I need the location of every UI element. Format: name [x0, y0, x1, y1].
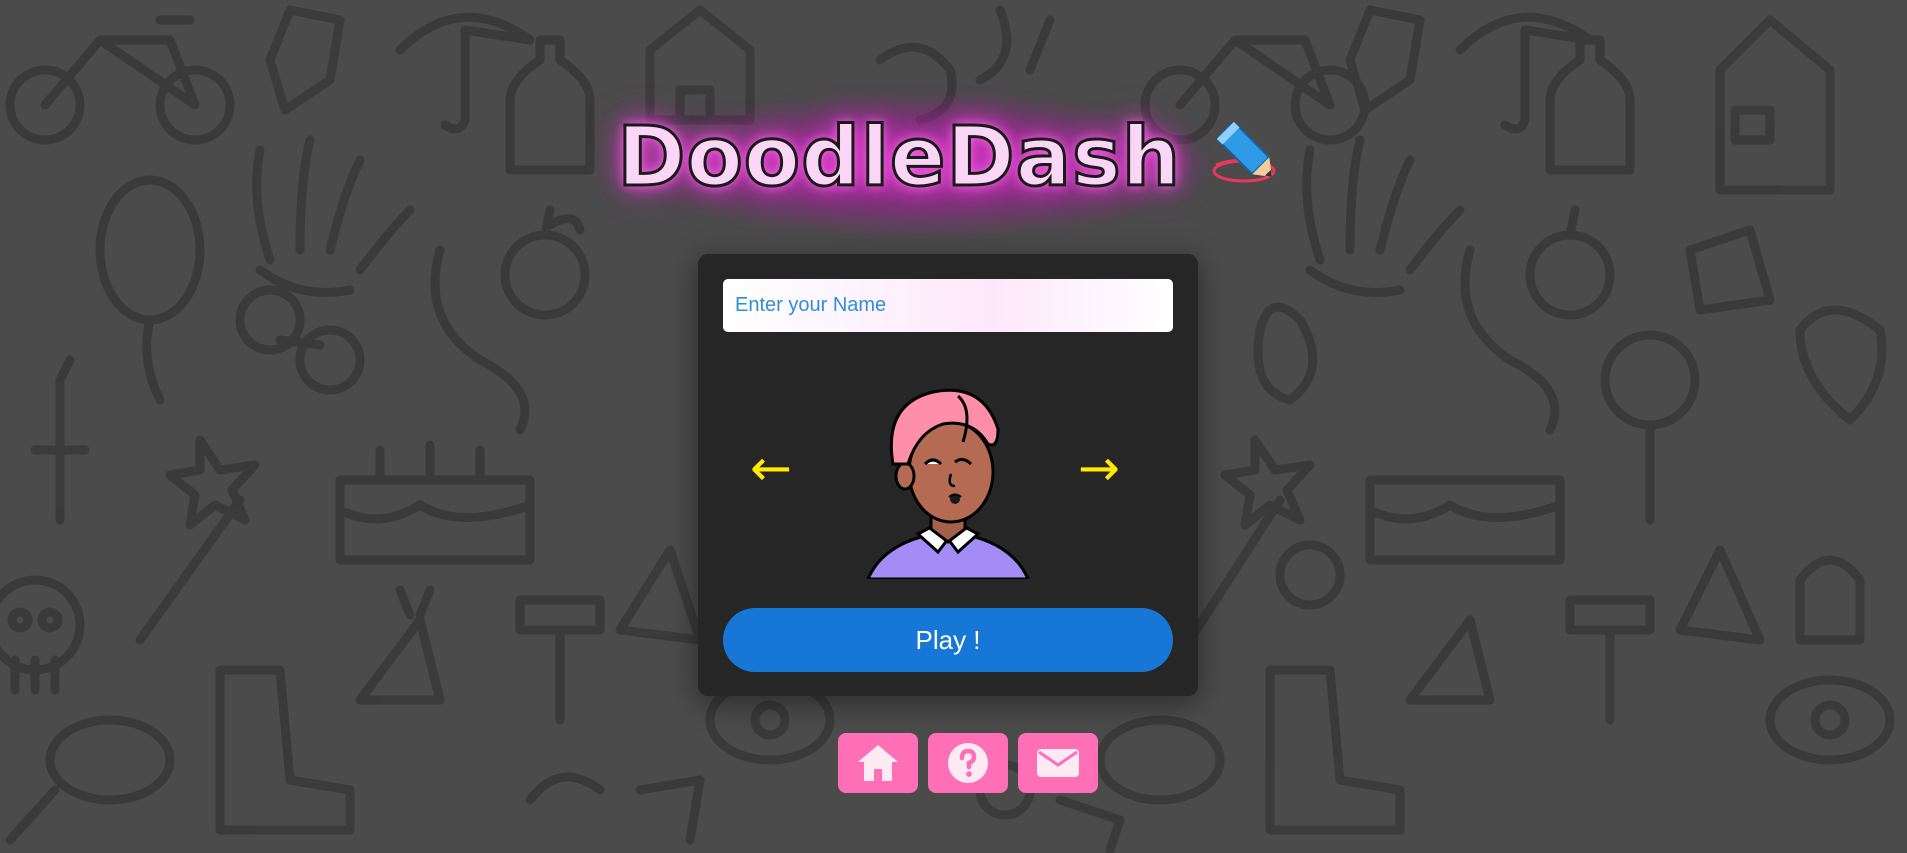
- name-input[interactable]: [723, 279, 1173, 332]
- home-icon: [858, 745, 898, 781]
- play-button[interactable]: Play !: [723, 608, 1173, 672]
- avatar-pink-turban-icon: [866, 388, 1030, 579]
- home-button[interactable]: [838, 733, 918, 793]
- previous-avatar-arrow[interactable]: ←: [750, 443, 792, 493]
- footer-nav: [838, 733, 1098, 793]
- next-avatar-arrow[interactable]: →: [1078, 443, 1120, 493]
- app-logo: DoodleDash: [0, 109, 1907, 207]
- pencil-scribble-icon: [1212, 121, 1276, 182]
- help-icon: [948, 743, 988, 783]
- mail-icon: [1037, 749, 1079, 777]
- logo-title: DoodleDash: [616, 109, 1182, 207]
- player-setup-card: ← → Play !: [698, 254, 1198, 696]
- help-button[interactable]: [928, 733, 1008, 793]
- mail-button[interactable]: [1018, 733, 1098, 793]
